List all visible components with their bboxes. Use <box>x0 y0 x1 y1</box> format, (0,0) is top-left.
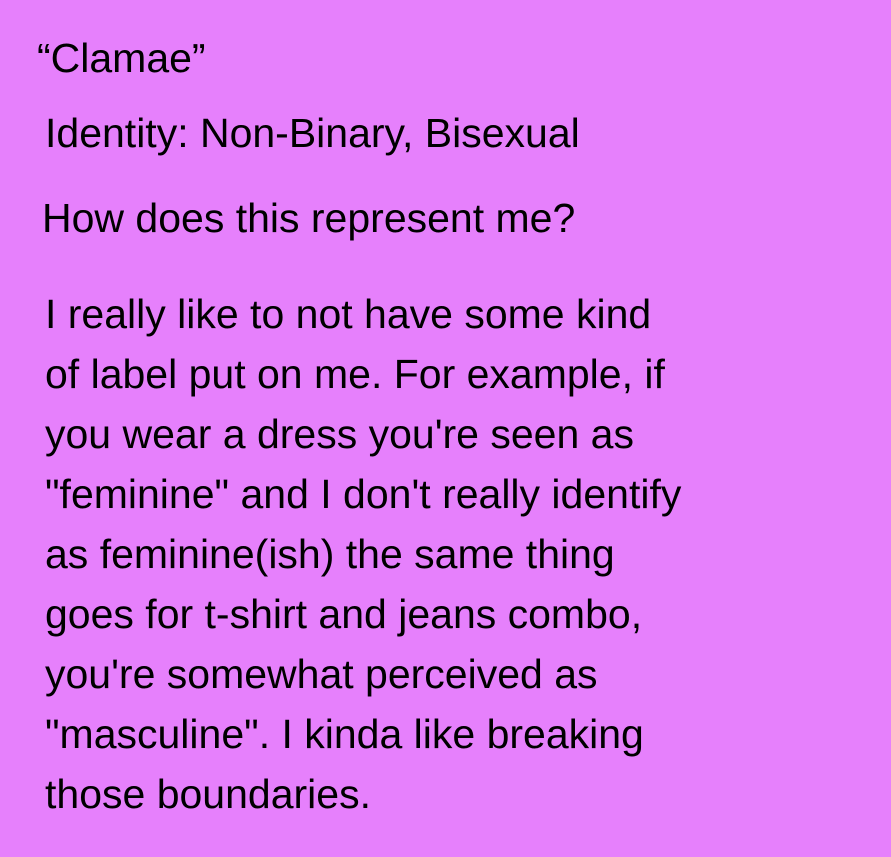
identity-line: Identity: Non-Binary, Bisexual <box>45 110 580 156</box>
paragraph-line: those boundaries. <box>45 771 371 817</box>
question-heading: How does this represent me? <box>42 195 576 241</box>
paragraph-line: you wear a dress you're seen as <box>45 411 634 457</box>
identity-card: “Clamae” Identity: Non-Binary, Bisexual … <box>0 0 891 857</box>
paragraph-line: of label put on me. For example, if <box>45 351 665 397</box>
response-paragraph: I really like to not have some kind of l… <box>45 284 875 824</box>
paragraph-line: I really like to not have some kind <box>45 291 652 337</box>
paragraph-line: "masculine". I kinda like breaking <box>45 711 644 757</box>
paragraph-line: you're somewhat perceived as <box>45 651 598 697</box>
paragraph-line: "feminine" and I don't really identify <box>45 471 682 517</box>
paragraph-line: as feminine(ish) the same thing <box>45 531 615 577</box>
paragraph-line: goes for t-shirt and jeans combo, <box>45 591 643 637</box>
card-title: “Clamae” <box>37 35 206 81</box>
